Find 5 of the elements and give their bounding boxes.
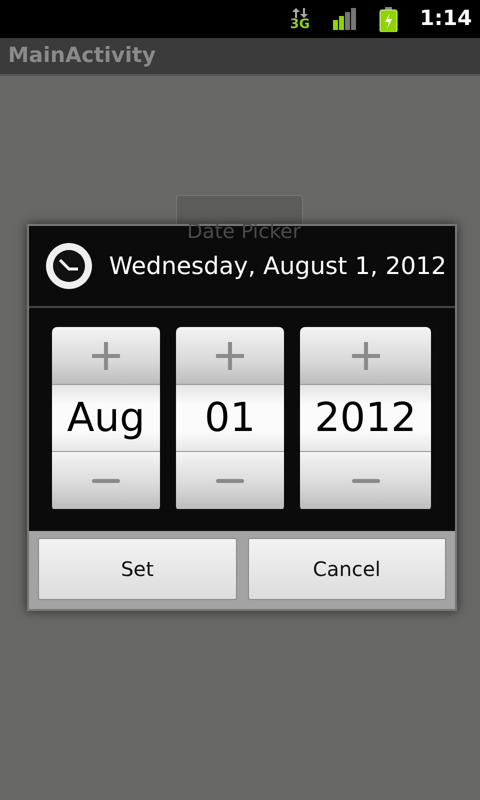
app-title: MainActivity xyxy=(8,42,156,70)
network-type: 3G xyxy=(290,18,310,30)
clock-time: 1:14 xyxy=(420,5,472,32)
dialog-title: Wednesday, August 1, 2012 xyxy=(109,251,446,282)
date-picker-button-label: Date Picker xyxy=(187,218,301,245)
